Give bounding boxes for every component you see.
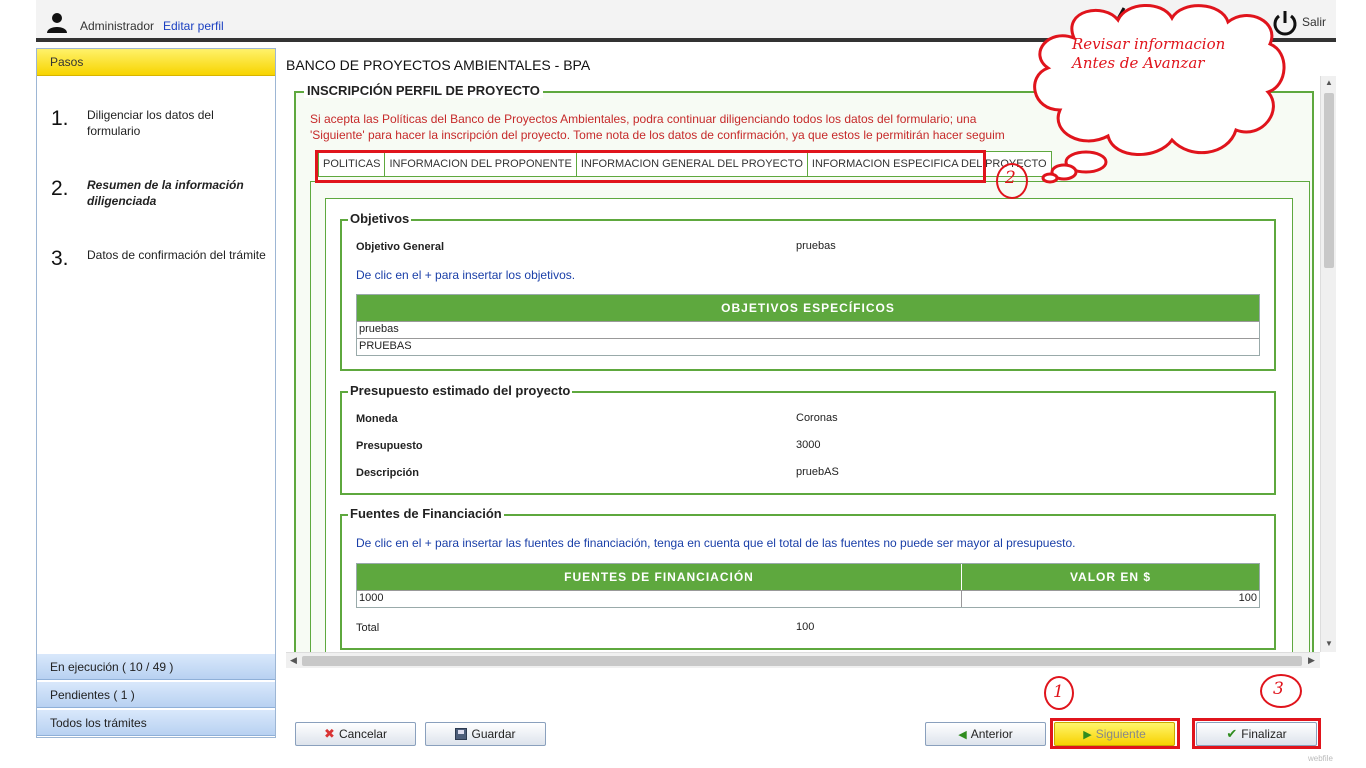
page-title: BANCO DE PROYECTOS AMBIENTALES - BPA	[286, 57, 591, 73]
table-row[interactable]: PRUEBAS	[357, 338, 1259, 355]
thought-cloud-icon	[1033, 4, 1286, 184]
total-value: 100	[796, 621, 815, 633]
section-legend: Objetivos	[348, 211, 412, 226]
moneda-value: Coronas	[796, 412, 838, 424]
step-label: Resumen de la información diligenciada	[87, 178, 244, 208]
tabs-highlight-box	[315, 150, 986, 183]
sidebar-item-en-ejecucion[interactable]: En ejecución ( 10 / 49 )	[37, 653, 275, 680]
arrow-left-icon: ◀	[958, 728, 967, 741]
watermark: webfile	[1308, 754, 1333, 763]
column-header: VALOR EN $	[1069, 570, 1152, 584]
column-header: OBJETIVOS ESPECÍFICOS	[721, 301, 895, 315]
scroll-thumb[interactable]	[1324, 93, 1334, 268]
button-label: Anterior	[970, 727, 1013, 741]
app-root: Administrador Editar perfil Salir Pasos …	[0, 0, 1366, 768]
previous-button[interactable]: ◀ Anterior	[925, 722, 1046, 746]
user-icon	[47, 13, 67, 33]
objetivo-general-label: Objetivo General	[356, 241, 445, 253]
presupuesto-section: Presupuesto estimado del proyecto Moneda…	[340, 383, 1276, 495]
intro-line-1: Si acepta las Políticas del Banco de Pro…	[310, 112, 977, 126]
cancel-button[interactable]: ✖ Cancelar	[295, 722, 416, 746]
button-label: Cancelar	[338, 727, 387, 741]
step-label: Datos de confirmación del trámite	[87, 248, 266, 262]
step-label: Diligenciar los datos del formulario	[87, 108, 214, 138]
section-legend: Presupuesto estimado del proyecto	[348, 383, 573, 398]
horizontal-scrollbar[interactable]: ◀ ▶	[286, 652, 1320, 668]
scroll-left-icon[interactable]: ◀	[290, 655, 297, 666]
table-header: FUENTES DE FINANCIACIÓN VALOR EN $	[357, 564, 1259, 590]
objetivos-table: OBJETIVOS ESPECÍFICOS pruebas PRUEBAS	[356, 294, 1260, 356]
fuentes-hint: De clic en el + para insertar las fuente…	[356, 536, 1076, 550]
annotation-number-3: 3	[1273, 679, 1284, 699]
fuentes-table: FUENTES DE FINANCIACIÓN VALOR EN $ 1000 …	[356, 563, 1260, 608]
table-row[interactable]: pruebas	[357, 321, 1259, 338]
annotation-number-2: 2	[1005, 168, 1016, 188]
step-number: 1.	[51, 107, 69, 130]
sidebar-item-todos-tramites[interactable]: Todos los trámites	[37, 709, 275, 736]
descripcion-value: pruebAS	[796, 466, 839, 478]
objetivo-general-value: pruebas	[796, 240, 836, 252]
scroll-up-icon[interactable]: ▲	[1325, 78, 1333, 87]
step-number: 3.	[51, 247, 69, 270]
scroll-right-icon[interactable]: ▶	[1308, 655, 1315, 666]
button-label: Guardar	[471, 727, 516, 741]
table-header: OBJETIVOS ESPECÍFICOS	[357, 295, 1259, 321]
scroll-thumb[interactable]	[302, 656, 1302, 666]
step-number: 2.	[51, 177, 69, 200]
inner-panel: Objetivos Objetivo General pruebas De cl…	[325, 198, 1293, 652]
table-cell: 100	[1238, 592, 1257, 604]
floppy-icon	[455, 728, 468, 740]
fuentes-section: Fuentes de Financiación De clic en el + …	[340, 506, 1276, 650]
x-icon: ✖	[324, 726, 335, 741]
table-cell: 1000	[357, 591, 962, 607]
tab-panel: Objetivos Objetivo General pruebas De cl…	[310, 181, 1310, 652]
save-button[interactable]: Guardar	[425, 722, 546, 746]
total-label: Total	[356, 622, 380, 634]
fieldset-legend: INSCRIPCIÓN PERFIL DE PROYECTO	[304, 83, 543, 98]
objetivos-section: Objetivos Objetivo General pruebas De cl…	[340, 211, 1276, 371]
sidebar-item-pendientes[interactable]: Pendientes ( 1 )	[37, 681, 275, 708]
section-legend: Fuentes de Financiación	[348, 506, 504, 521]
scroll-down-icon[interactable]: ▼	[1325, 639, 1333, 648]
vertical-scrollbar[interactable]: ▲ ▼	[1320, 76, 1336, 652]
moneda-label: Moneda	[356, 413, 398, 425]
column-header: FUENTES DE FINANCIACIÓN	[357, 564, 962, 590]
cloud-text: Revisar informacion Antes de Avanzar	[1072, 35, 1226, 72]
objetivos-hint: De clic en el + para insertar los objeti…	[356, 268, 576, 282]
table-cell: pruebas	[359, 323, 399, 335]
presupuesto-value: 3000	[796, 439, 821, 451]
user-name: Administrador	[80, 19, 155, 33]
finish-highlight-box	[1192, 718, 1321, 749]
steps-header[interactable]: Pasos	[37, 49, 275, 76]
descripcion-label: Descripción	[356, 467, 419, 479]
next-highlight-box	[1050, 718, 1180, 749]
table-row[interactable]: 1000 100	[357, 590, 1259, 607]
table-cell: PRUEBAS	[359, 340, 412, 352]
presupuesto-label: Presupuesto	[356, 440, 423, 452]
edit-profile-link[interactable]: Editar perfil	[163, 19, 224, 33]
sidebar: Pasos 1. Diligenciar los datos del formu…	[36, 48, 276, 738]
logout-link[interactable]: Salir	[1302, 15, 1326, 29]
annotation-number-1: 1	[1053, 682, 1064, 702]
